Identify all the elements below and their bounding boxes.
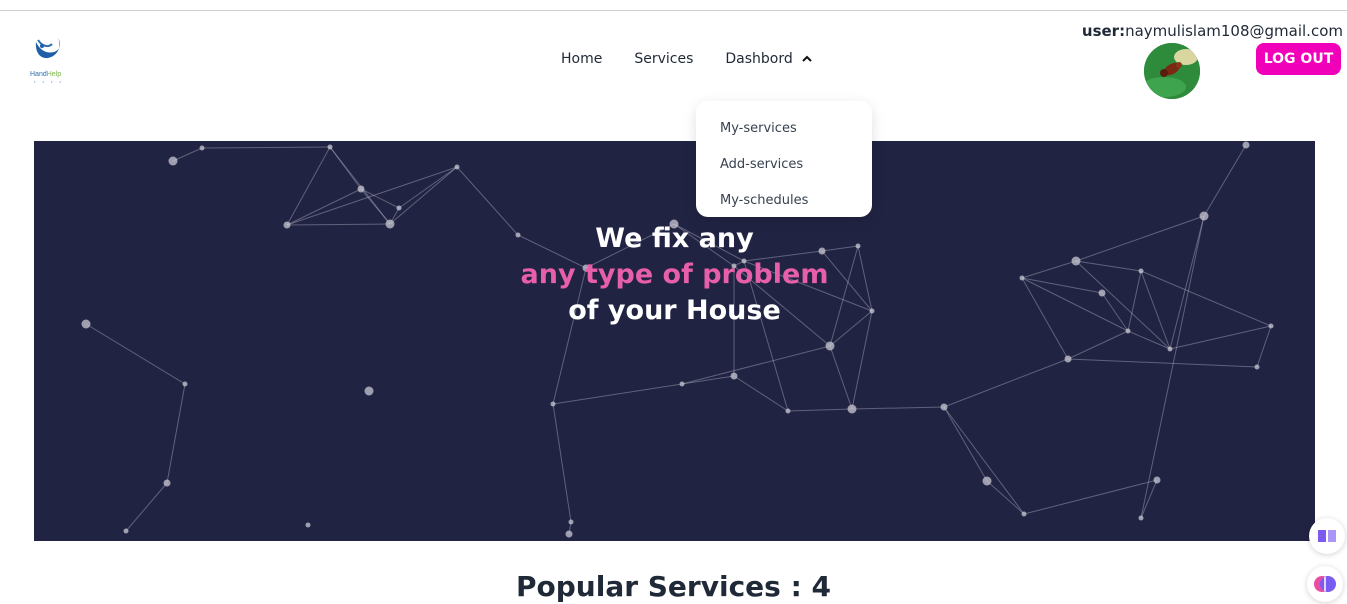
network-node (1021, 511, 1027, 517)
user-email: user:naymulislam108@gmail.com (1081, 22, 1343, 40)
network-line (1256, 325, 1272, 368)
network-node (568, 519, 574, 525)
book-icon (1318, 530, 1336, 542)
hero-line-2: any type of problem (520, 259, 829, 290)
dashboard-dropdown-menu: My-services Add-services My-schedules (696, 101, 872, 217)
network-node (454, 164, 460, 170)
network-line (943, 406, 988, 482)
network-line (1140, 479, 1158, 519)
network-node (123, 528, 129, 534)
network-node (364, 386, 374, 396)
nav-dashboard[interactable]: Dashbord (725, 51, 812, 67)
network-line (943, 358, 1069, 408)
network-line (172, 147, 203, 162)
popular-services-title: Popular Services : 4 (515, 570, 832, 603)
network-background (81, 141, 1274, 538)
network-node (679, 381, 685, 387)
logo-dots: • • • • (34, 79, 64, 84)
network-line (1067, 358, 1258, 368)
avatar-image (1144, 43, 1200, 99)
logout-button[interactable]: LOG OUT (1256, 43, 1341, 75)
hero-headline: We fix any any type of problem of your H… (34, 221, 1315, 329)
nav-services[interactable]: Services (634, 51, 693, 67)
network-line (851, 406, 945, 410)
chevron-up-icon[interactable] (801, 53, 813, 65)
network-node (396, 205, 402, 211)
hero-line-1: We fix any (595, 223, 754, 254)
menu-item-my-schedules[interactable]: My-schedules (696, 183, 872, 219)
network-line (943, 406, 1025, 515)
menu-item-my-services[interactable]: My-services (696, 111, 872, 147)
network-line (1067, 330, 1129, 360)
network-node (785, 408, 791, 414)
network-node (1199, 211, 1209, 221)
book-button[interactable] (1309, 518, 1345, 554)
avatar[interactable] (1144, 43, 1200, 99)
nav-home[interactable]: Home (561, 51, 602, 67)
network-node (168, 156, 178, 166)
network-node (565, 530, 573, 538)
network-line (286, 146, 331, 226)
menu-item-add-services[interactable]: Add-services (696, 147, 872, 183)
network-line (286, 188, 362, 226)
network-node (1064, 355, 1072, 363)
network-node (940, 403, 948, 411)
network-node (357, 185, 365, 193)
network-node (163, 479, 171, 487)
network-node (1242, 141, 1250, 149)
network-node (550, 401, 556, 407)
network-node (1138, 515, 1144, 521)
brain-icon (1314, 576, 1336, 592)
network-line (201, 146, 331, 149)
network-line (787, 408, 853, 412)
network-node (1125, 328, 1131, 334)
network-line (681, 345, 831, 385)
logo-text: HandHelp (30, 71, 62, 78)
network-line (125, 482, 168, 532)
handhelp-logo-icon (35, 38, 61, 59)
network-node (1153, 476, 1161, 484)
network-node (1167, 346, 1173, 352)
hero-line-3: of your House (568, 295, 781, 326)
network-line (329, 146, 391, 225)
network-line (552, 383, 683, 405)
network-line (286, 166, 458, 226)
network-line (733, 375, 789, 412)
network-node (847, 404, 857, 414)
network-node (825, 341, 835, 351)
network-line (1169, 325, 1272, 350)
network-node (199, 145, 205, 151)
network-line (829, 345, 853, 410)
network-line (1023, 479, 1158, 515)
network-line (986, 480, 1025, 515)
network-line (166, 383, 186, 484)
network-line (389, 166, 458, 225)
network-node (730, 372, 738, 380)
network-node (982, 476, 992, 486)
hero-banner: We fix any any type of problem of your H… (34, 141, 1315, 541)
site-logo[interactable]: HandHelp • • • • (28, 36, 72, 84)
network-line (1203, 144, 1247, 217)
top-divider (0, 10, 1347, 11)
main-nav: Home Services Dashbord (561, 51, 813, 67)
network-line (552, 403, 572, 523)
network-line (360, 188, 400, 209)
network-line (85, 323, 186, 385)
network-node (327, 144, 333, 150)
network-line (398, 166, 458, 209)
network-node (305, 522, 311, 528)
brain-button[interactable] (1307, 566, 1343, 602)
network-node (1254, 364, 1260, 370)
network-node (182, 381, 188, 387)
network-line (1127, 330, 1171, 350)
